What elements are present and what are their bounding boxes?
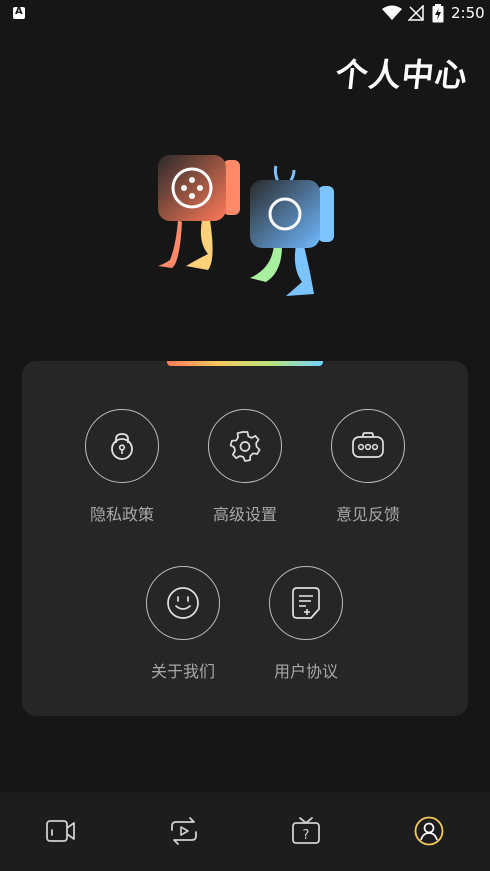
tab-replay[interactable]: [167, 814, 201, 848]
menu-item-feedback[interactable]: 意见反馈: [313, 409, 423, 529]
menu-item-label: 高级设置: [212, 505, 277, 524]
svg-text:?: ?: [303, 828, 310, 843]
menu-item-label: 用户协议: [273, 662, 338, 681]
card-accent-bar: [167, 361, 323, 366]
video-camera-icon: [46, 820, 75, 842]
status-time: 2:50: [451, 4, 485, 22]
tab-profile[interactable]: [412, 814, 446, 848]
menu-item-label: 关于我们: [150, 662, 215, 681]
menu-item-label: 意见反馈: [335, 505, 400, 524]
privacy-policy-circle: [85, 409, 159, 483]
tab-video[interactable]: [44, 814, 78, 848]
no-signal-icon: [408, 5, 424, 21]
menu-item-user-agreement[interactable]: 用户协议: [251, 566, 361, 686]
repeat-play-icon: [171, 817, 197, 845]
user-profile-icon: [414, 816, 444, 846]
menu-item-about-us[interactable]: 关于我们: [128, 566, 238, 686]
wifi-icon: [382, 5, 402, 20]
mascot-illustration: [158, 155, 334, 296]
menu-item-advanced-settings[interactable]: 高级设置: [190, 409, 300, 529]
about-us-circle: [146, 566, 220, 640]
app-notification-icon: [13, 6, 25, 19]
user-agreement-circle: [269, 566, 343, 640]
feedback-circle: [331, 409, 405, 483]
gear-icon: [229, 431, 261, 462]
advanced-settings-circle: [208, 409, 282, 483]
document-icon: [292, 587, 320, 619]
menu-item-privacy-policy[interactable]: 隐私政策: [67, 409, 177, 529]
lock-icon: [111, 433, 133, 460]
status-bar: 2:50: [0, 0, 490, 28]
bottom-nav: ?: [0, 792, 490, 871]
tv-question-icon: ?: [292, 817, 320, 844]
battery-charging-icon: [432, 4, 444, 23]
tab-tv[interactable]: ?: [289, 814, 323, 848]
page-title: 个人中心: [333, 56, 470, 94]
menu-item-label: 隐私政策: [89, 505, 154, 524]
chat-bubble-icon: [352, 432, 384, 458]
smiley-icon: [167, 587, 199, 619]
